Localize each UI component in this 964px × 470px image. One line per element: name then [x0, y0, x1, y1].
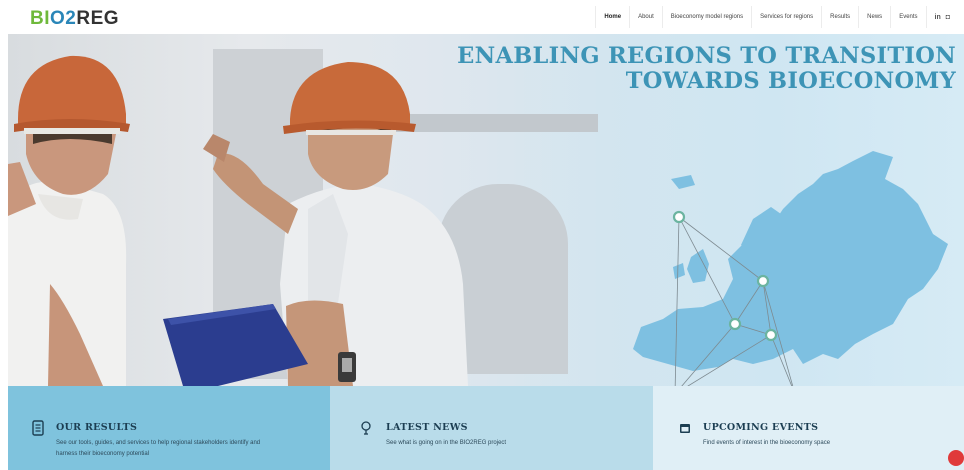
logo-part-reg: REG	[76, 8, 120, 29]
worker-left	[8, 55, 130, 386]
feature-description-line1: Find events of interest in the bioeconom…	[703, 440, 831, 446]
europe-network-map	[633, 151, 948, 386]
lightbulb-icon	[361, 421, 371, 435]
nav-services-for-regions[interactable]: Services for regions	[751, 6, 821, 28]
hero-title-line1: ENABLING REGIONS TO TRANSITION	[457, 43, 956, 69]
logo-part-o2: O2	[50, 8, 77, 29]
iceland-shape	[671, 175, 695, 189]
feature-description-line1: See our tools, guides, and services to h…	[56, 440, 261, 446]
logo-part-bi: BI	[30, 8, 50, 29]
hero-title: ENABLING REGIONS TO TRANSITION TOWARDS B…	[457, 44, 956, 94]
feature-latest-news[interactable]: LATEST NEWS See what is going on in the …	[330, 386, 653, 470]
nav-bioeconomy-model-regions[interactable]: Bioeconomy model regions	[661, 6, 751, 28]
feature-title: OUR RESULTS	[56, 422, 138, 433]
feature-our-results[interactable]: OUR RESULTS See our tools, guides, and s…	[8, 386, 330, 470]
chat-widget-icon[interactable]	[948, 450, 964, 466]
nav-news[interactable]: News	[858, 6, 890, 28]
feature-description: Find events of interest in the bioeconom…	[703, 438, 830, 449]
site-header: BIO2REG Home About Bioeconomy model regi…	[0, 0, 964, 34]
feature-upcoming-events[interactable]: UPCOMING EVENTS Find events of interest …	[653, 386, 964, 470]
newsletter-icon[interactable]: ◘	[946, 14, 950, 21]
feature-title: LATEST NEWS	[386, 422, 468, 433]
social-icons: in ◘	[925, 6, 950, 28]
feature-description: See what is going on in the BIO2REG proj…	[386, 438, 506, 449]
nav-results[interactable]: Results	[821, 6, 858, 28]
nav-events[interactable]: Events	[890, 6, 925, 28]
bio2reg-logo[interactable]: BIO2REG	[30, 8, 119, 30]
hero-banner: ENABLING REGIONS TO TRANSITION TOWARDS B…	[8, 34, 964, 386]
feature-description-line2: harness their bioeconomy potential	[56, 451, 150, 457]
feature-description-line1: See what is going on in the BIO2REG proj…	[386, 440, 507, 446]
feature-title: UPCOMING EVENTS	[703, 422, 819, 433]
nav-about[interactable]: About	[629, 6, 662, 28]
document-icon	[32, 420, 44, 436]
hero-title-line2: TOWARDS BIOECONOMY	[625, 68, 956, 94]
feature-row: OUR RESULTS See our tools, guides, and s…	[8, 386, 964, 470]
linkedin-icon[interactable]: in	[935, 14, 941, 21]
ireland-shape	[673, 263, 685, 279]
main-nav: Home About Bioeconomy model regions Serv…	[595, 6, 950, 28]
calendar-icon	[680, 424, 690, 433]
feature-description: See our tools, guides, and services to h…	[56, 438, 260, 460]
nav-home[interactable]: Home	[595, 6, 629, 28]
